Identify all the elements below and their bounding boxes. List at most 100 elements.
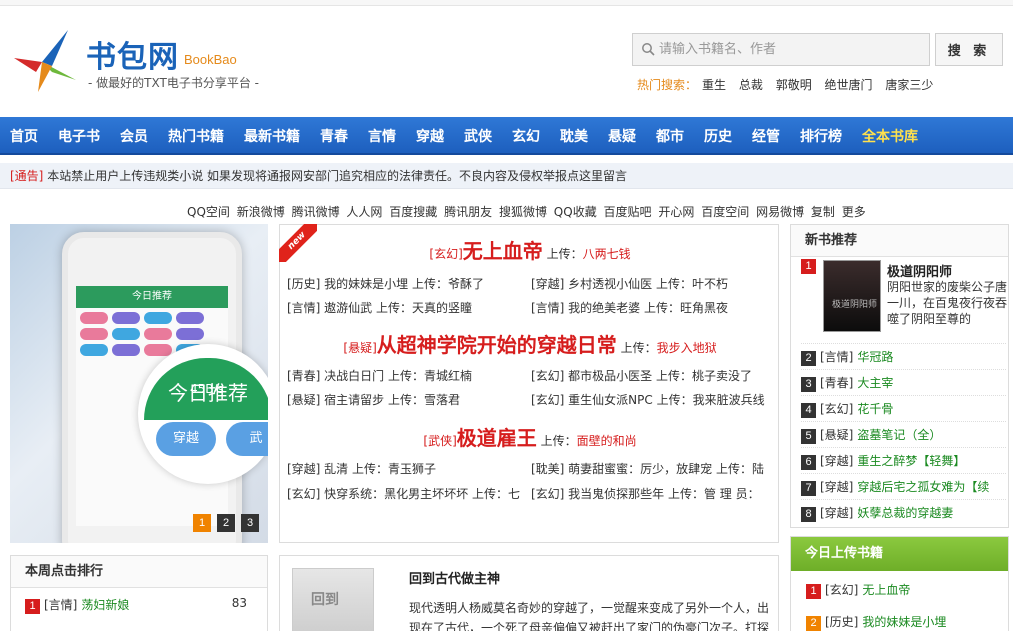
book-link[interactable]: [穿越] 乡村透视小仙医 上传：叶不朽 — [531, 275, 728, 292]
nav-item-ranking[interactable]: 排行榜 — [800, 126, 842, 146]
book-title[interactable]: 回到古代做主神 — [409, 568, 500, 587]
list-item[interactable]: 5 [悬疑] 盗墓笔记（全） — [801, 421, 1006, 447]
phone-header: 今日推荐 — [76, 286, 228, 308]
hot-search-words: 重生 总裁 郭敬明 绝世唐门 唐家三少 — [702, 76, 942, 93]
share-link[interactable]: QQ收藏 — [554, 205, 597, 219]
nav-item-hot[interactable]: 热门书籍 — [168, 126, 224, 146]
book-link[interactable]: [历史] 我的妹妹是小埋 上传：爷酥了 — [287, 275, 484, 292]
share-link[interactable]: 更多 — [842, 205, 866, 219]
weekly-rank-panel: 本周点击排行 1 [言情] 荡妇新娘 83 — [10, 555, 268, 631]
list-item[interactable]: 7 [穿越] 穿越后宅之孤女难为【续 — [801, 473, 1006, 499]
headline-1[interactable]: [玄幻]无上血帝 上传：八两七钱 — [280, 235, 780, 264]
promo-banner[interactable]: 今日推荐 45B/s 今日推荐 穿越 武 1 2 3 — [10, 224, 268, 543]
nav-item-fantasy[interactable]: 玄幻 — [512, 126, 540, 146]
new-books-panel: 新书推荐 1 极道阴阳师 极道阴阳师 阴阳世家的废柴公子唐一川，在百鬼夜行夜吞噬… — [790, 224, 1009, 528]
new-book-featured[interactable]: 1 极道阴阳师 极道阴阳师 阴阳世家的废柴公子唐一川，在百鬼夜行夜吞噬了阴阳至尊… — [801, 259, 1009, 341]
share-link[interactable]: 网易微博 — [756, 205, 804, 219]
list-item[interactable]: 3 [青春] 大主宰 — [801, 369, 1006, 395]
hot-word[interactable]: 绝世唐门 — [825, 78, 873, 92]
list-item[interactable]: 1 [言情] 荡妇新娘 83 — [25, 596, 255, 614]
share-link[interactable]: 百度贴吧 — [604, 205, 652, 219]
logo-en: BookBao — [184, 52, 237, 67]
share-link[interactable]: 新浪微博 — [237, 205, 285, 219]
logo-title[interactable]: 书包网 — [86, 32, 179, 76]
book-link[interactable]: [玄幻] 我当鬼侦探那些年 上传：管 理 员： — [531, 485, 760, 502]
share-links: QQ空间 新浪微博 腾讯微博 人人网 百度搜藏 腾讯朋友 搜狐微博 QQ收藏 百… — [187, 203, 869, 220]
nav-item-member[interactable]: 会员 — [120, 126, 148, 146]
search-icon — [642, 43, 655, 56]
notice-bar: [通告] 本站禁止用户上传违规类小说 如果发现将通报网安部门追究相应的法律责任。… — [0, 163, 1013, 189]
book-link[interactable]: [玄幻] 快穿系统：黑化男主坏坏坏 上传：七 — [287, 485, 520, 502]
share-link[interactable]: 人人网 — [346, 205, 382, 219]
hot-word[interactable]: 唐家三少 — [885, 78, 933, 92]
list-item[interactable]: 8 [穿越] 妖孽总裁的穿越妻 — [801, 499, 1006, 525]
banner-pagination: 1 2 3 — [193, 514, 259, 532]
main-nav: 首页 电子书 会员 热门书籍 最新书籍 青春 言情 穿越 武侠 玄幻 耽美 悬疑… — [0, 117, 1013, 155]
share-link[interactable]: 开心网 — [658, 205, 694, 219]
nav-item-wuxia[interactable]: 武侠 — [464, 126, 492, 146]
speed-text: 45B/s — [190, 382, 224, 396]
nav-item-home[interactable]: 首页 — [10, 126, 38, 146]
pill-time-travel: 穿越 — [156, 422, 216, 456]
share-link[interactable]: 腾讯朋友 — [444, 205, 492, 219]
hot-word[interactable]: 重生 — [702, 78, 726, 92]
nav-item-urban[interactable]: 都市 — [656, 126, 684, 146]
book-link[interactable]: [玄幻] 都市极品小医圣 上传：桃子卖没了 — [531, 367, 752, 384]
nav-item-danmei[interactable]: 耽美 — [560, 126, 588, 146]
pill-wuxia: 武 — [226, 422, 268, 456]
share-link[interactable]: 腾讯微博 — [292, 205, 340, 219]
headline-title: 极道雇王 — [456, 426, 537, 450]
book-link[interactable]: [言情] 我的绝美老婆 上传：旺角黑夜 — [531, 299, 728, 316]
list-item[interactable]: 6 [穿越] 重生之醉梦【轻舞】 — [801, 447, 1006, 473]
book-desc: 现代透明人杨威莫名奇妙的穿越了，一觉醒来变成了另外一个人，出现在了古代，一个死了… — [409, 601, 770, 631]
book-cover[interactable]: 回到 — [292, 568, 374, 631]
share-link[interactable]: 搜狐微博 — [499, 205, 547, 219]
book-link[interactable]: [玄幻] 重生仙女派NPC 上传：我来脏波兵线 — [531, 391, 765, 408]
banner-page-1[interactable]: 1 — [193, 514, 211, 532]
banner-page-3[interactable]: 3 — [241, 514, 259, 532]
share-link[interactable]: 百度搜藏 — [389, 205, 437, 219]
book-link[interactable]: [穿越] 乱清 上传：青玉狮子 — [287, 460, 436, 477]
highlight-circle: 45B/s 今日推荐 — [138, 344, 268, 484]
book-link[interactable]: [耽美] 萌妻甜蜜蜜：厉少，放肆宠 上传：陆 — [531, 460, 764, 477]
logo-slogan: - 做最好的TXT电子书分享平台 - — [88, 76, 259, 90]
book-intro-panel: 回到 回到古代做主神 现代透明人杨威莫名奇妙的穿越了，一觉醒来变成了另外一个人，… — [279, 555, 779, 631]
nav-item-youth[interactable]: 青春 — [320, 126, 348, 146]
new-books-title: 新书推荐 — [791, 225, 1008, 257]
nav-item-ebook[interactable]: 电子书 — [58, 126, 100, 146]
book-link[interactable]: [言情] 遨游仙武 上传：天真的竖瞳 — [287, 299, 472, 316]
banner-page-2[interactable]: 2 — [217, 514, 235, 532]
nav-item-romance[interactable]: 言情 — [368, 126, 396, 146]
share-link[interactable]: 百度空间 — [701, 205, 749, 219]
nav-item-time-travel[interactable]: 穿越 — [416, 126, 444, 146]
book-link[interactable]: [青春] 决战白日门 上传：青城红楠 — [287, 367, 472, 384]
notice-tag: [通告] — [10, 169, 44, 183]
featured-books: new [玄幻]无上血帝 上传：八两七钱 [历史] 我的妹妹是小埋 上传：爷酥了… — [279, 224, 779, 543]
list-item[interactable]: 1 [玄幻] 无上血帝 — [806, 581, 910, 599]
today-upload-title: 今日上传书籍 — [791, 537, 1008, 571]
search-button[interactable]: 搜 索 — [935, 33, 1003, 66]
search-input[interactable] — [659, 34, 927, 65]
book-link[interactable]: [悬疑] 宿主请留步 上传：雪落君 — [287, 391, 460, 408]
share-link[interactable]: QQ空间 — [187, 205, 230, 219]
bookbao-logo-icon[interactable] — [12, 28, 78, 94]
nav-item-latest[interactable]: 最新书籍 — [244, 126, 300, 146]
headline-2[interactable]: [悬疑]从超神学院开始的穿越日常 上传：我步入地狱 — [280, 329, 780, 358]
list-item[interactable]: 2 [言情] 华冠路 — [801, 343, 1006, 369]
hot-word[interactable]: 郭敬明 — [776, 78, 812, 92]
headline-title: 无上血帝 — [462, 239, 543, 263]
nav-item-history[interactable]: 历史 — [704, 126, 732, 146]
headline-3[interactable]: [武侠]极道雇王 上传：面壁的和尚 — [280, 422, 780, 451]
list-item[interactable]: 2 [历史] 我的妹妹是小埋 — [806, 613, 946, 631]
hot-word[interactable]: 总裁 — [739, 78, 763, 92]
nav-item-business[interactable]: 经管 — [752, 126, 780, 146]
notice-text[interactable]: 本站禁止用户上传违规类小说 如果发现将通报网安部门追究相应的法律责任。不良内容及… — [43, 169, 627, 183]
book-cover[interactable]: 极道阴阳师 — [823, 260, 881, 332]
share-link[interactable]: 复制 — [811, 205, 835, 219]
list-item[interactable]: 4 [玄幻] 花千骨 — [801, 395, 1006, 421]
hot-search-label: 热门搜索： — [637, 78, 698, 92]
nav-item-complete-library[interactable]: 全本书库 — [862, 126, 918, 146]
nav-item-mystery[interactable]: 悬疑 — [608, 126, 636, 146]
book-title[interactable]: 极道阴阳师 — [887, 261, 952, 280]
search-box — [632, 33, 930, 66]
